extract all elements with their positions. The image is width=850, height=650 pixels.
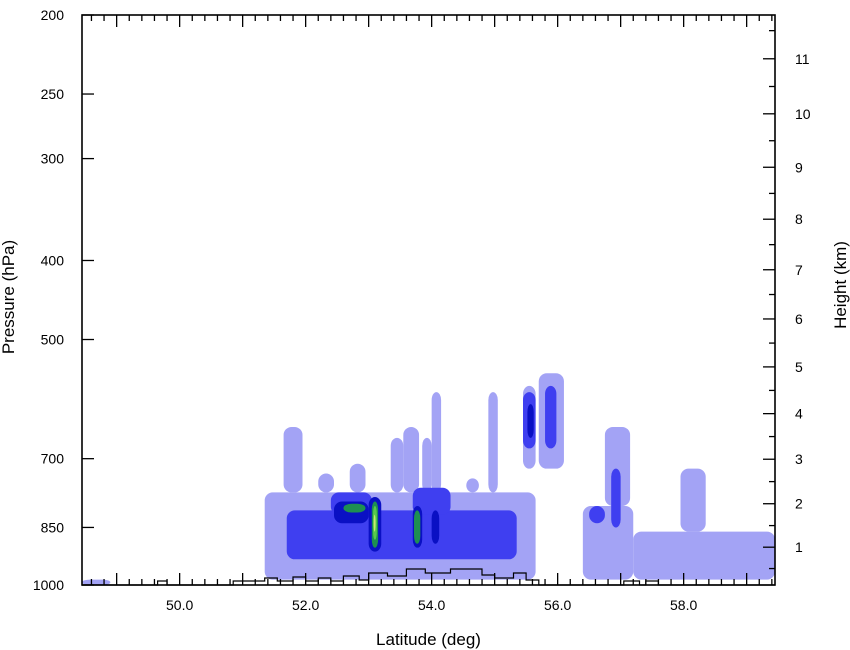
contour-region-level-4 (343, 503, 366, 513)
contour-region-level-1 (82, 579, 111, 585)
x-axis-title: Latitude (deg) (376, 630, 481, 649)
contour-region-level-1 (680, 468, 706, 532)
x-tick-label: 56.0 (544, 597, 571, 613)
x-tick-label: 58.0 (670, 597, 697, 613)
contour-region-level-3 (527, 404, 534, 438)
height-tick-label: 2 (795, 496, 803, 512)
height-tick-label: 1 (795, 539, 803, 555)
height-tick-label: 10 (795, 106, 811, 122)
pressure-tick-label: 500 (41, 332, 65, 348)
contour-region-level-1 (422, 437, 432, 493)
contour-region-level-1 (431, 392, 442, 493)
contour-region-level-1 (390, 437, 404, 493)
x-tick-label: 52.0 (292, 597, 319, 613)
contour-region-level-2 (589, 505, 605, 524)
x-tick-label: 50.0 (166, 597, 193, 613)
contour-region-level-3 (431, 510, 440, 544)
contour-region-level-2 (545, 385, 557, 449)
pressure-tick-label: 1000 (33, 577, 64, 593)
pressure-tick-label: 400 (41, 252, 65, 268)
height-tick-label: 5 (795, 359, 803, 375)
height-tick-label: 8 (795, 211, 803, 227)
pressure-tick-label: 200 (41, 7, 65, 23)
contour-region-level-2 (611, 468, 621, 528)
pressure-latitude-cross-section: 50.0 52.0 54.0 56.0 58.020025030040050070085… (0, 7, 850, 649)
pressure-tick-label: 850 (41, 519, 65, 535)
height-tick-label: 4 (795, 406, 803, 422)
pressure-tick-label: 300 (41, 151, 65, 167)
contour-region-level-1 (466, 478, 479, 493)
contour-region-level-4 (414, 510, 421, 544)
pressure-tick-label: 250 (41, 86, 65, 102)
height-tick-label: 9 (795, 159, 803, 175)
contour-region-level-1 (488, 392, 498, 493)
left-axis-title: Pressure (hPa) (0, 240, 18, 354)
x-tick-label: 54.0 (418, 597, 445, 613)
contour-region-level-1 (318, 473, 334, 493)
contour-region-level-1 (349, 463, 366, 493)
height-tick-label: 6 (795, 311, 803, 327)
contour-region-level-2 (286, 510, 517, 560)
contour-region-level-1 (283, 426, 303, 493)
contour-region-level-1 (633, 531, 775, 580)
height-tick-label: 3 (795, 451, 803, 467)
contour-region-level-1 (403, 426, 420, 493)
right-axis-title: Height (km) (831, 241, 850, 329)
height-tick-label: 11 (795, 51, 810, 67)
pressure-tick-label: 700 (41, 451, 65, 467)
height-tick-label: 7 (795, 262, 803, 278)
contour-region-level-6 (373, 514, 376, 532)
contour-fill-layer (82, 373, 775, 585)
